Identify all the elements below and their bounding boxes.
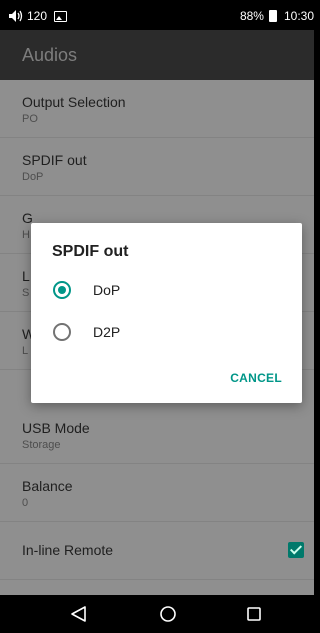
- cancel-button[interactable]: CANCEL: [230, 371, 282, 385]
- setting-summary: S: [22, 287, 30, 299]
- inline-remote-checkbox[interactable]: [288, 542, 304, 558]
- radio-label: DoP: [93, 282, 121, 298]
- setting-summary: PO: [22, 113, 38, 125]
- navigation-bar: [0, 595, 314, 633]
- setting-label: USB Mode: [22, 420, 90, 436]
- image-icon: [54, 10, 68, 22]
- radio-option-dop[interactable]: DoP: [47, 275, 287, 305]
- setting-output-selection[interactable]: Output Selection PO: [0, 80, 314, 138]
- clock: 10:30: [283, 9, 314, 23]
- back-icon[interactable]: [69, 605, 89, 623]
- spdif-out-dialog: SPDIF out DoP D2P CANCEL: [31, 223, 302, 403]
- recents-icon[interactable]: [244, 605, 264, 623]
- radio-label: D2P: [93, 324, 121, 340]
- volume-text: 120: [27, 9, 48, 23]
- radio-option-d2p[interactable]: D2P: [47, 317, 287, 347]
- battery-icon: [268, 10, 277, 22]
- page-title: Audios: [22, 45, 78, 65]
- setting-summary: H: [22, 229, 30, 241]
- radio-selected-icon[interactable]: [53, 281, 71, 299]
- setting-label: L: [22, 268, 30, 284]
- home-icon[interactable]: [158, 605, 178, 623]
- status-left: 120: [9, 9, 68, 23]
- setting-label: Balance: [22, 478, 73, 494]
- setting-spdif-out[interactable]: SPDIF out DoP: [0, 138, 314, 196]
- setting-label: In-line Remote: [22, 542, 114, 558]
- setting-balance[interactable]: Balance 0: [0, 464, 314, 522]
- setting-label: Output Selection: [22, 94, 126, 110]
- setting-inline-remote[interactable]: In-line Remote: [0, 522, 314, 580]
- setting-summary: DoP: [22, 171, 44, 183]
- setting-summary: L: [22, 345, 29, 357]
- setting-label: SPDIF out: [22, 152, 87, 168]
- setting-usb-mode[interactable]: USB Mode Storage: [0, 406, 314, 464]
- dialog-title: SPDIF out: [52, 243, 129, 260]
- setting-summary: Storage: [22, 439, 61, 451]
- status-bar: 120 88% 10:30: [0, 0, 314, 30]
- app-bar: Audios: [0, 30, 314, 80]
- radio-unselected-icon[interactable]: [53, 323, 71, 341]
- setting-summary: 0: [22, 497, 29, 509]
- battery-text: 88%: [239, 9, 264, 23]
- setting-item-partial[interactable]: [0, 580, 314, 595]
- speaker-icon: [9, 10, 23, 22]
- status-right: 88% 10:30: [240, 9, 314, 23]
